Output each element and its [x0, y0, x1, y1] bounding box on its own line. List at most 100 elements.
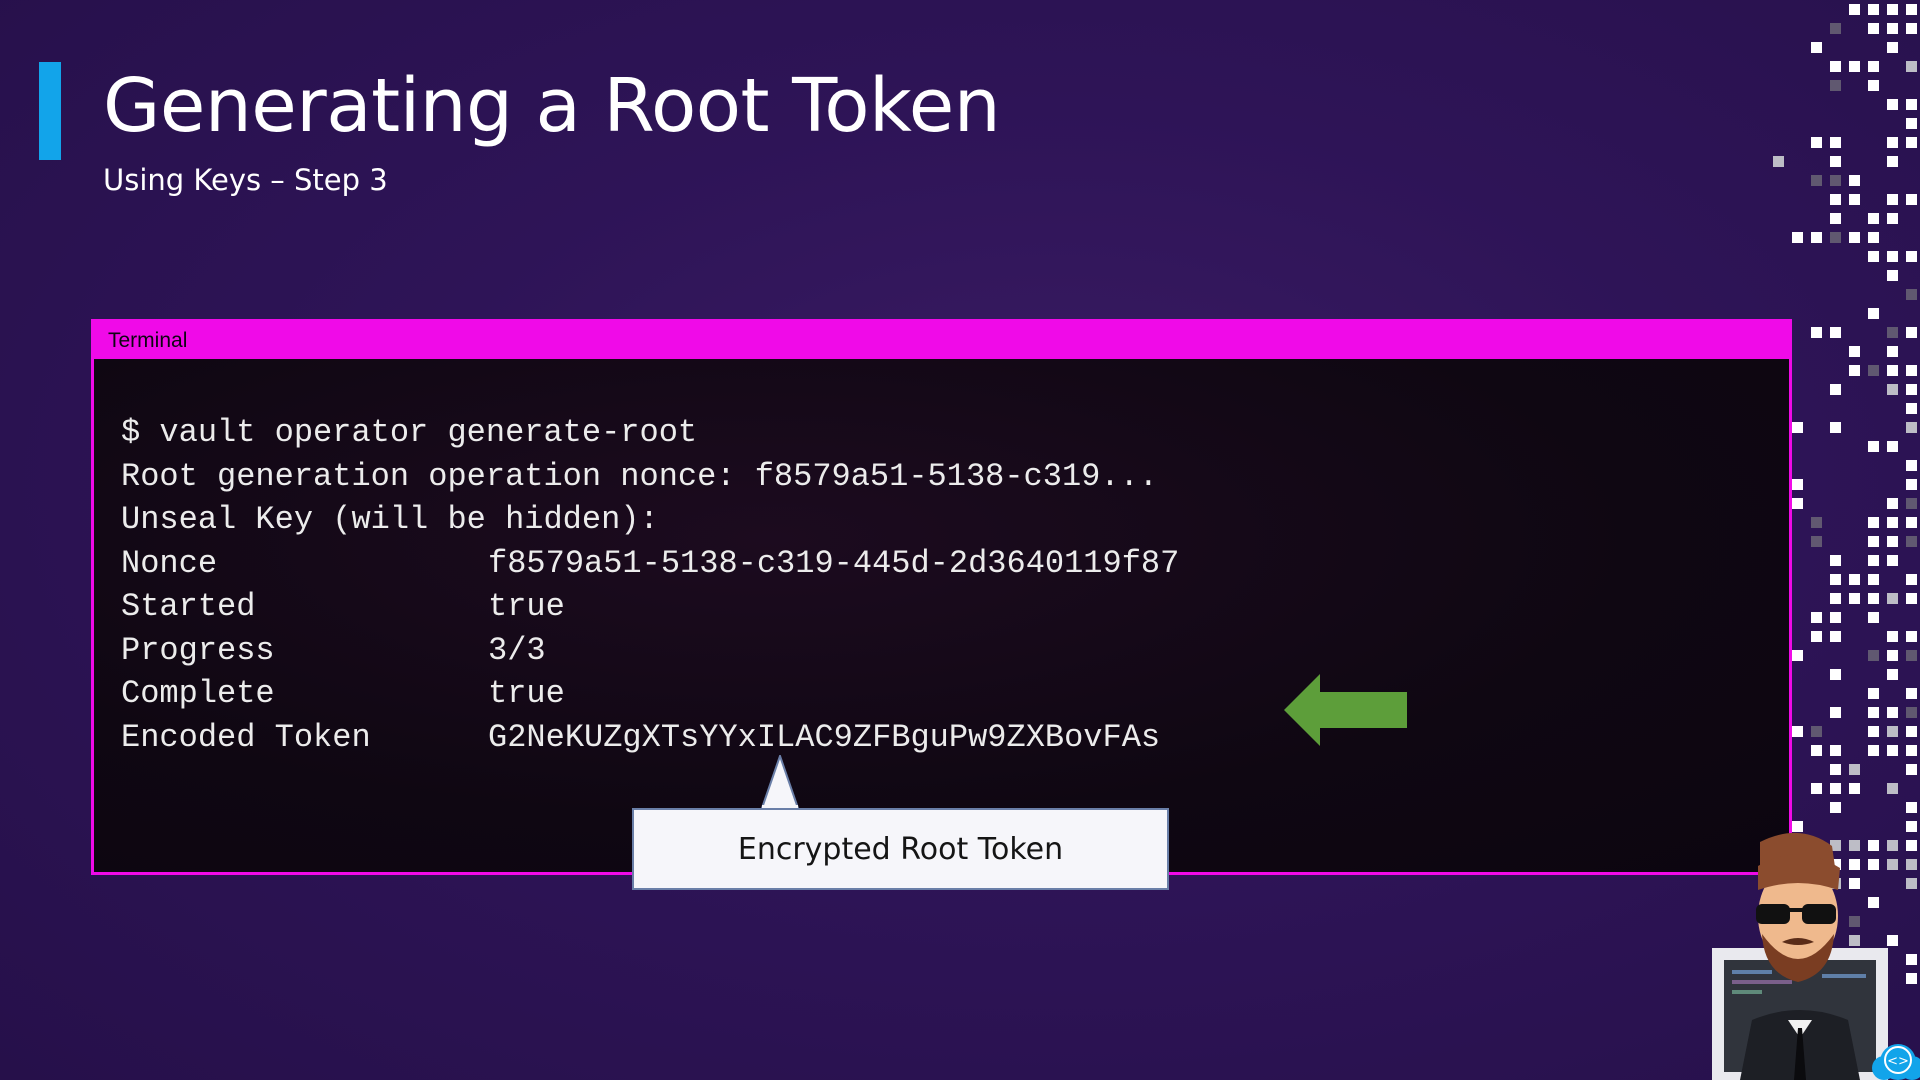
pixel-square — [1868, 4, 1879, 15]
pixel-square — [1830, 574, 1841, 585]
pixel-square — [1792, 422, 1803, 433]
pixel-square — [1906, 764, 1917, 775]
left-arrow-icon — [1284, 674, 1407, 746]
pixel-square — [1887, 517, 1898, 528]
row-key: Started — [121, 588, 256, 625]
pixel-square — [1830, 745, 1841, 756]
pixel-square — [1830, 194, 1841, 205]
pixel-square — [1906, 327, 1917, 338]
pixel-square — [1887, 137, 1898, 148]
pixel-square — [1849, 175, 1860, 186]
pixel-square — [1830, 80, 1841, 91]
pixel-square — [1830, 783, 1841, 794]
pixel-square — [1811, 327, 1822, 338]
pixel-square — [1849, 194, 1860, 205]
pixel-square — [1887, 194, 1898, 205]
pixel-square — [1906, 365, 1917, 376]
pixel-square — [1906, 384, 1917, 395]
pixel-square — [1887, 270, 1898, 281]
pixel-square — [1849, 574, 1860, 585]
pixel-square — [1868, 251, 1879, 262]
pixel-square — [1868, 688, 1879, 699]
pixel-square — [1906, 498, 1917, 509]
pixel-square — [1887, 669, 1898, 680]
pixel-square — [1906, 517, 1917, 528]
pixel-square — [1811, 612, 1822, 623]
pixel-square — [1887, 593, 1898, 604]
pixel-square — [1830, 61, 1841, 72]
pixel-square — [1868, 574, 1879, 585]
pixel-square — [1792, 498, 1803, 509]
pixel-square — [1849, 232, 1860, 243]
pixel-square — [1868, 441, 1879, 452]
pixel-square — [1887, 99, 1898, 110]
pixel-square — [1906, 650, 1917, 661]
pixel-square — [1906, 23, 1917, 34]
pixel-square — [1887, 498, 1898, 509]
pixel-square — [1887, 327, 1898, 338]
pixel-square — [1868, 308, 1879, 319]
terminal-line-nonce-info: Root generation operation nonce: f8579a5… — [121, 457, 1158, 495]
encoded-token-value: G2NeKUZgXTsYYxILAC9ZFBguPw9ZXBovFAs — [488, 718, 1161, 756]
terminal-row-started: Started true — [121, 585, 1789, 629]
pixel-square — [1906, 289, 1917, 300]
pixel-square — [1906, 802, 1917, 813]
pixel-square — [1906, 745, 1917, 756]
pixel-square — [1830, 327, 1841, 338]
row-key: Complete — [121, 675, 275, 712]
pixel-square — [1830, 384, 1841, 395]
pixel-square — [1868, 232, 1879, 243]
pixel-square — [1868, 593, 1879, 604]
callout-encrypted-root-token: Encrypted Root Token — [632, 808, 1169, 890]
pixel-square — [1811, 726, 1822, 737]
svg-text:<>: <> — [1887, 1054, 1909, 1069]
pixel-square — [1887, 251, 1898, 262]
pixel-square — [1906, 4, 1917, 15]
pixel-square — [1887, 441, 1898, 452]
terminal-row-progress: Progress 3/3 — [121, 629, 1789, 673]
pixel-square — [1849, 764, 1860, 775]
pixel-square — [1773, 156, 1784, 167]
pixel-square — [1906, 99, 1917, 110]
pixel-square — [1830, 23, 1841, 34]
terminal-line-unseal-prompt: Unseal Key (will be hidden): — [121, 501, 659, 538]
pixel-square — [1830, 137, 1841, 148]
title-accent-bar — [39, 62, 61, 160]
pixel-square — [1906, 688, 1917, 699]
pixel-square — [1868, 650, 1879, 661]
slide-subtitle: Using Keys – Step 3 — [103, 163, 388, 197]
row-value: f8579a51-5138-c319-445d-2d3640119f87 — [488, 544, 1180, 582]
pixel-square — [1868, 555, 1879, 566]
pixel-square — [1887, 213, 1898, 224]
pixel-square — [1849, 593, 1860, 604]
pixel-square — [1792, 479, 1803, 490]
pixel-square — [1830, 669, 1841, 680]
terminal-command: $ vault operator generate-root — [121, 414, 698, 451]
pixel-square — [1811, 517, 1822, 528]
pixel-square — [1868, 365, 1879, 376]
pixel-square — [1849, 61, 1860, 72]
pixel-square — [1887, 23, 1898, 34]
pixel-square — [1887, 745, 1898, 756]
pixel-square — [1906, 403, 1917, 414]
callout-pointer — [760, 755, 800, 811]
pixel-square — [1792, 726, 1803, 737]
pixel-square — [1887, 365, 1898, 376]
pixel-square — [1906, 137, 1917, 148]
pixel-square — [1887, 555, 1898, 566]
pixel-square — [1887, 631, 1898, 642]
terminal-row-complete: Complete true — [121, 672, 1789, 716]
pixel-square — [1811, 137, 1822, 148]
pixel-square — [1887, 156, 1898, 167]
pixel-square — [1830, 802, 1841, 813]
pixel-square — [1868, 80, 1879, 91]
pixel-square — [1830, 422, 1841, 433]
pixel-square — [1849, 346, 1860, 357]
pixel-square — [1868, 707, 1879, 718]
pixel-square — [1811, 232, 1822, 243]
pixel-square — [1868, 745, 1879, 756]
pixel-square — [1811, 631, 1822, 642]
pixel-square — [1887, 4, 1898, 15]
pixel-square — [1887, 42, 1898, 53]
pixel-square — [1830, 156, 1841, 167]
